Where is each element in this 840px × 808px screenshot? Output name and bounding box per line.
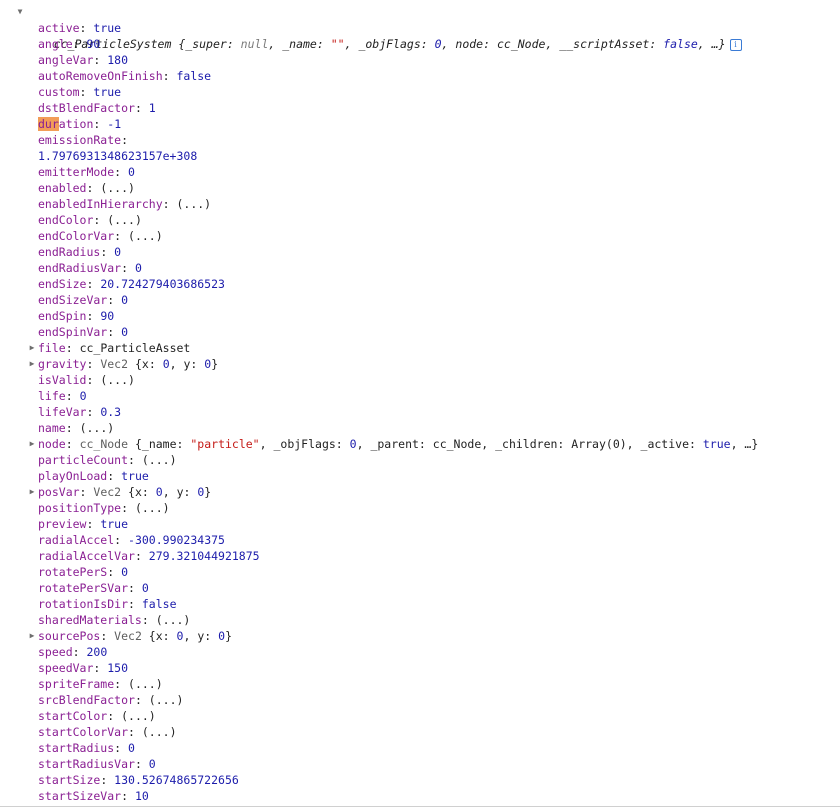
search-highlight: dur: [38, 117, 59, 131]
property-row-anglevar: angleVar: 180: [38, 53, 129, 67]
property-row-endspin: endSpin: 90: [38, 309, 115, 323]
expand-triangle-icon[interactable]: ▶: [27, 356, 37, 372]
property-row-endradiusvar: endRadiusVar: 0: [38, 261, 142, 275]
property-row-speed: speed: 200: [38, 645, 108, 659]
property-row-endcolor[interactable]: endColor: (...): [0, 212, 840, 228]
property-row-emissionrate: emissionRate:: [38, 133, 129, 147]
property-row-emissionrate-value: 1.7976931348623157e+308: [38, 149, 198, 163]
expand-triangle-icon[interactable]: ▶: [27, 484, 37, 500]
property-row-endradius: endRadius: 0: [38, 245, 122, 259]
property-row-preview: preview: true: [38, 517, 129, 531]
expand-collapse-triangle-icon[interactable]: ▼: [15, 4, 25, 20]
property-row-name[interactable]: name: (...): [0, 420, 840, 436]
property-row-emittermode: emitterMode: 0: [38, 165, 135, 179]
object-inspector-tree: ▼ cc_ParticleSystem {_super: null, _name…: [0, 4, 840, 804]
property-row-gravity[interactable]: ▶ gravity: Vec2 {x: 0, y: 0}: [0, 356, 840, 372]
property-row-startradius: startRadius: 0: [38, 741, 135, 755]
property-row-radialaccelvar: radialAccelVar: 279.321044921875: [38, 549, 260, 563]
property-row-enabledinhierarchy[interactable]: enabledInHierarchy: (...): [0, 196, 840, 212]
property-row-startradiusvar: startRadiusVar: 0: [38, 757, 156, 771]
property-row-duration: duration: -1: [38, 117, 122, 131]
property-row-life: life: 0: [38, 389, 87, 403]
property-row-posvar[interactable]: ▶ posVar: Vec2 {x: 0, y: 0}: [0, 484, 840, 500]
property-row-angle: angle: 90: [38, 37, 101, 51]
property-row-active: active: true: [38, 21, 122, 35]
property-row-startsize: startSize: 130.52674865722656: [38, 773, 239, 787]
panel-bottom-divider: [0, 806, 840, 807]
property-row-radialaccel: radialAccel: -300.990234375: [38, 533, 225, 547]
property-row-isvalid[interactable]: isValid: (...): [0, 372, 840, 388]
property-row-speedvar: speedVar: 150: [38, 661, 129, 675]
property-row-file[interactable]: ▶ file: cc_ParticleAsset: [0, 340, 840, 356]
tree-root-header[interactable]: ▼ cc_ParticleSystem {_super: null, _name…: [0, 4, 840, 51]
property-row-spriteframe[interactable]: spriteFrame: (...): [0, 676, 840, 692]
property-row-rotationisdir: rotationIsDir: false: [38, 597, 177, 611]
property-row-endsize: endSize: 20.724279403686523: [38, 277, 225, 291]
property-row-startcolor[interactable]: startColor: (...): [0, 708, 840, 724]
property-row-endspinvar: endSpinVar: 0: [38, 325, 129, 339]
property-row-startcolorvar[interactable]: startColorVar: (...): [0, 724, 840, 740]
property-row-dstblendfactor: dstBlendFactor: 1: [38, 101, 156, 115]
property-row-rotatepersvar: rotatePerSVar: 0: [38, 581, 149, 595]
expand-triangle-icon[interactable]: ▶: [27, 628, 37, 644]
getter-invoke: (...): [100, 181, 135, 195]
property-row-startsizevar: startSizeVar: 10: [38, 789, 149, 803]
property-row-lifevar: lifeVar: 0.3: [38, 405, 122, 419]
property-row-custom: custom: true: [38, 85, 122, 99]
property-row-sourcepos[interactable]: ▶ sourcePos: Vec2 {x: 0, y: 0}: [0, 628, 840, 644]
property-row-playonload: playOnLoad: true: [38, 469, 149, 483]
expand-triangle-icon[interactable]: ▶: [27, 436, 37, 452]
property-row-endsizevar: endSizeVar: 0: [38, 293, 129, 307]
property-row-positiontype[interactable]: positionType: (...): [0, 500, 840, 516]
property-row-enabled[interactable]: enabled: (...): [0, 180, 840, 196]
property-row-node[interactable]: ▶ node: cc_Node {_name: "particle", _objF…: [0, 436, 840, 452]
property-row-rotatepers: rotatePerS: 0: [38, 565, 129, 579]
property-row-autoremoveonfinish: autoRemoveOnFinish: false: [38, 69, 212, 83]
property-row-sharedmaterials[interactable]: sharedMaterials: (...): [0, 612, 840, 628]
property-row-particlecount[interactable]: particleCount: (...): [0, 452, 840, 468]
property-row-endcolorvar[interactable]: endColorVar: (...): [0, 228, 840, 244]
expand-triangle-icon[interactable]: ▶: [27, 340, 37, 356]
property-row-srcblendfactor[interactable]: srcBlendFactor: (...): [0, 692, 840, 708]
